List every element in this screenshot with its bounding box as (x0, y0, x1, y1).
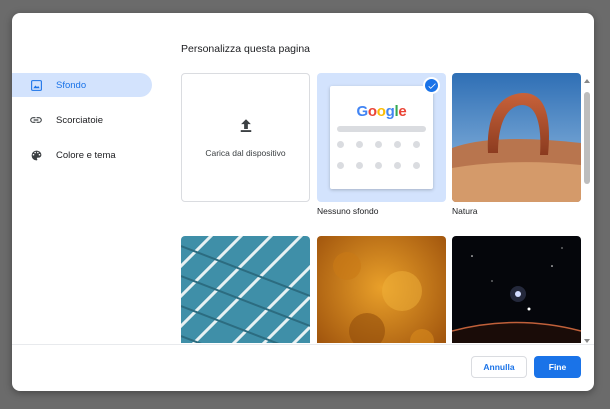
scroll-down-icon[interactable] (584, 339, 590, 343)
sidebar-item-label: Sfondo (56, 79, 87, 91)
sidebar-item-label: Scorciatoie (56, 114, 103, 126)
scrollbar[interactable] (583, 77, 591, 345)
upload-icon (237, 117, 255, 140)
image-icon (29, 78, 43, 92)
selected-check-icon (423, 77, 440, 94)
nature-tile[interactable] (452, 73, 581, 202)
preview-shortcut (337, 162, 344, 169)
glass-facade-image (181, 236, 310, 343)
preview-shortcut (413, 162, 420, 169)
google-preview-card: Google (330, 86, 433, 189)
customize-dialog: Personalizza questa pagina Sfondo Scorci… (12, 13, 594, 391)
footer-divider (12, 344, 594, 345)
preview-shortcut (337, 141, 344, 148)
no-background-tile[interactable]: Google (317, 73, 446, 202)
dialog-title: Personalizza questa pagina (181, 43, 311, 55)
upload-label: Carica dal dispositivo (205, 148, 286, 158)
sidebar-item-colore-e-tema[interactable]: Colore e tema (12, 143, 164, 167)
google-logo: Google (356, 103, 407, 120)
upload-tile[interactable]: Carica dal dispositivo (181, 73, 310, 202)
sidebar-item-scorciatoie[interactable]: Scorciatoie (12, 108, 164, 132)
preview-shortcut (394, 141, 401, 148)
cancel-button[interactable]: Annulla (471, 356, 527, 378)
preview-searchbox (337, 126, 426, 132)
preview-shortcut (375, 162, 382, 169)
preview-shortcut (375, 141, 382, 148)
preview-shortcut (356, 141, 363, 148)
scroll-up-icon[interactable] (584, 79, 590, 83)
sidebar-item-label: Colore e tema (56, 149, 116, 161)
architecture-tile[interactable] (181, 236, 310, 343)
tile-label-nessuno-sfondo: Nessuno sfondo (317, 206, 379, 216)
link-icon (29, 113, 43, 127)
preview-shortcut (413, 141, 420, 148)
space-image (452, 236, 581, 343)
orange-texture-image (317, 236, 446, 343)
palette-icon (29, 148, 43, 162)
arch-image (452, 73, 581, 202)
scroll-thumb[interactable] (584, 92, 590, 184)
preview-shortcut (394, 162, 401, 169)
sidebar: Sfondo Scorciatoie Colore e tema (12, 73, 164, 178)
space-tile[interactable] (452, 236, 581, 343)
done-button[interactable]: Fine (534, 356, 581, 378)
tile-label-natura: Natura (452, 206, 478, 216)
background-grid: Carica dal dispositivo Google Nessuno sf… (181, 73, 586, 343)
preview-shortcut (356, 162, 363, 169)
texture-tile[interactable] (317, 236, 446, 343)
sidebar-item-sfondo[interactable]: Sfondo (12, 73, 152, 97)
